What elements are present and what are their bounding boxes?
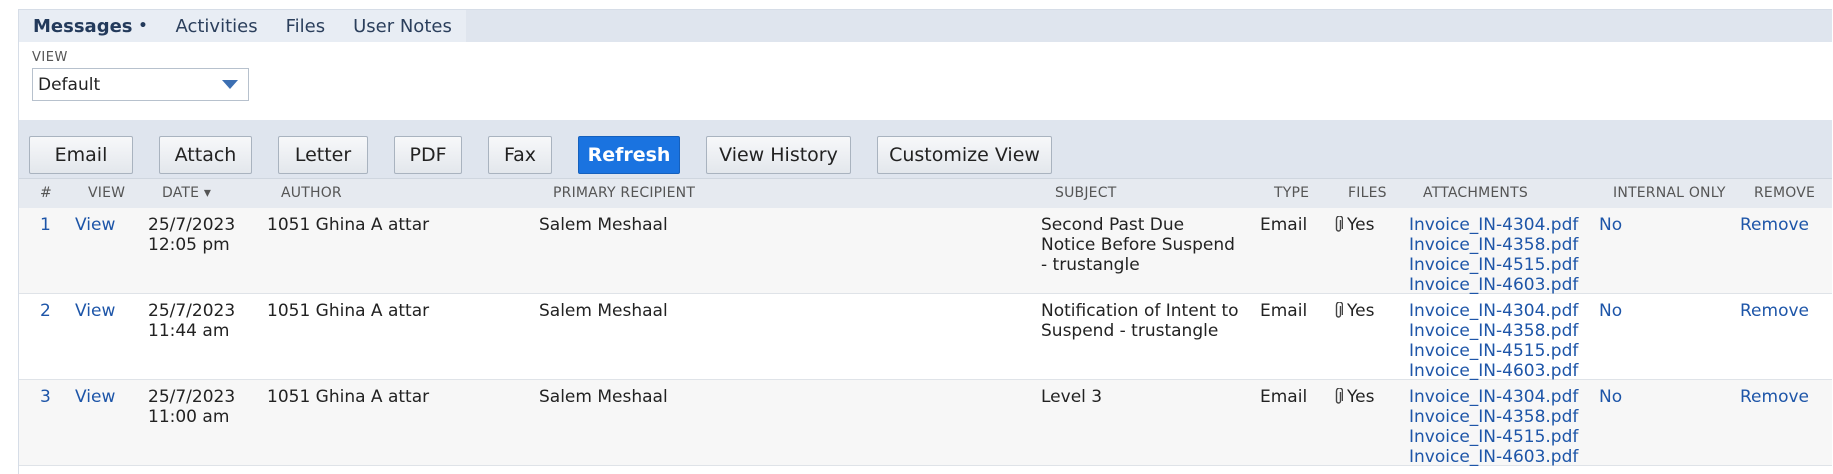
tab-activities-label: Activities — [175, 15, 258, 37]
paperclip-icon — [1335, 216, 1343, 232]
tab-list: Messages • Activities Files User Notes — [19, 10, 466, 42]
attachment-link[interactable]: Invoice_IN-4304.pdf — [1409, 301, 1578, 321]
attachments-cell: Invoice_IN-4304.pdf Invoice_IN-4358.pdf … — [1409, 387, 1578, 467]
tab-files[interactable]: Files — [272, 10, 340, 42]
view-link[interactable]: View — [75, 387, 115, 407]
attachment-link[interactable]: Invoice_IN-4603.pdf — [1409, 361, 1578, 381]
row-number[interactable]: 3 — [40, 387, 51, 407]
view-history-button[interactable]: View History — [706, 136, 851, 174]
attachment-link[interactable]: Invoice_IN-4358.pdf — [1409, 407, 1578, 427]
author-cell: 1051 Ghina A attar — [267, 301, 430, 321]
column-header-primary-recipient[interactable]: PRIMARY RECIPIENT — [553, 185, 695, 201]
tab-bar-filler — [465, 10, 1832, 42]
customize-view-button[interactable]: Customize View — [877, 136, 1052, 174]
tab-files-label: Files — [285, 15, 326, 37]
date-cell: 25/7/2023 12:05 pm — [148, 215, 235, 255]
date-cell: 25/7/2023 11:00 am — [148, 387, 235, 427]
recipient-cell: Salem Meshaal — [539, 301, 668, 321]
chevron-down-icon — [222, 80, 238, 89]
recipient-cell: Salem Meshaal — [539, 215, 668, 235]
attachments-cell: Invoice_IN-4304.pdf Invoice_IN-4358.pdf … — [1409, 215, 1578, 295]
column-header-internal-only: INTERNAL ONLY — [1613, 185, 1726, 201]
internal-only-link[interactable]: No — [1599, 387, 1622, 407]
recipient-cell: Salem Meshaal — [539, 387, 668, 407]
column-header-subject[interactable]: SUBJECT — [1055, 185, 1116, 201]
tab-messages[interactable]: Messages • — [19, 10, 161, 42]
type-cell: Email — [1260, 301, 1308, 321]
remove-link[interactable]: Remove — [1740, 215, 1809, 235]
type-cell: Email — [1260, 215, 1308, 235]
remove-link[interactable]: Remove — [1740, 387, 1809, 407]
fax-button[interactable]: Fax — [488, 136, 552, 174]
attachment-link[interactable]: Invoice_IN-4304.pdf — [1409, 215, 1578, 235]
attachment-link[interactable]: Invoice_IN-4515.pdf — [1409, 427, 1578, 447]
column-header-author[interactable]: AUTHOR — [281, 185, 342, 201]
column-header-type[interactable]: TYPE — [1274, 185, 1309, 201]
view-link[interactable]: View — [75, 215, 115, 235]
files-value: Yes — [1347, 301, 1375, 321]
refresh-button[interactable]: Refresh — [578, 136, 680, 174]
table-row: 3 View 25/7/2023 11:00 am 1051 Ghina A a… — [19, 380, 1832, 467]
date-cell: 25/7/2023 11:44 am — [148, 301, 235, 341]
pdf-button[interactable]: PDF — [394, 136, 462, 174]
files-cell: Yes — [1334, 387, 1374, 407]
attach-button[interactable]: Attach — [159, 136, 252, 174]
view-select[interactable]: Default — [32, 68, 249, 101]
messages-panel: Messages • Activities Files User Notes V… — [18, 9, 1832, 474]
internal-only-link[interactable]: No — [1599, 301, 1622, 321]
column-header-files: FILES — [1348, 185, 1387, 201]
files-value: Yes — [1347, 387, 1375, 407]
table-row: 2 View 25/7/2023 11:44 am 1051 Ghina A a… — [19, 294, 1832, 381]
row-date: 25/7/2023 — [148, 301, 236, 321]
attachment-link[interactable]: Invoice_IN-4603.pdf — [1409, 275, 1578, 295]
column-header-attachments: ATTACHMENTS — [1423, 185, 1528, 201]
row-date: 25/7/2023 — [148, 215, 236, 235]
remove-link[interactable]: Remove — [1740, 301, 1809, 321]
tab-messages-label: Messages — [33, 15, 133, 37]
files-cell: Yes — [1334, 215, 1374, 235]
column-header-view: VIEW — [88, 185, 126, 201]
type-cell: Email — [1260, 387, 1308, 407]
attachments-cell: Invoice_IN-4304.pdf Invoice_IN-4358.pdf … — [1409, 301, 1578, 381]
tab-bar: Messages • Activities Files User Notes — [19, 10, 1832, 42]
row-number[interactable]: 1 — [40, 215, 51, 235]
view-selector-area: VIEW Default — [19, 42, 1832, 120]
subject-cell: Level 3 — [1041, 387, 1103, 407]
paperclip-icon — [1335, 302, 1343, 318]
view-label: VIEW — [32, 50, 68, 65]
table-header: # VIEW DATE ▾ AUTHOR PRIMARY RECIPIENT S… — [19, 178, 1832, 209]
view-link[interactable]: View — [75, 301, 115, 321]
row-number[interactable]: 2 — [40, 301, 51, 321]
subject-cell: Notification of Intent to Suspend - trus… — [1041, 301, 1239, 341]
table-row: 1 View 25/7/2023 12:05 pm 1051 Ghina A a… — [19, 208, 1832, 295]
column-header-number: # — [40, 185, 52, 201]
tab-user-notes-label: User Notes — [353, 15, 452, 37]
letter-button[interactable]: Letter — [278, 136, 368, 174]
author-cell: 1051 Ghina A attar — [267, 387, 430, 407]
column-header-remove: REMOVE — [1754, 185, 1816, 201]
attachment-link[interactable]: Invoice_IN-4358.pdf — [1409, 235, 1578, 255]
attachment-link[interactable]: Invoice_IN-4304.pdf — [1409, 387, 1578, 407]
files-cell: Yes — [1334, 301, 1374, 321]
column-header-date[interactable]: DATE ▾ — [162, 185, 211, 201]
files-value: Yes — [1347, 215, 1375, 235]
attachment-link[interactable]: Invoice_IN-4515.pdf — [1409, 255, 1578, 275]
subject-cell: Second Past Due Notice Before Suspend - … — [1041, 215, 1235, 275]
tab-user-notes[interactable]: User Notes — [339, 10, 466, 42]
view-select-value: Default — [38, 74, 101, 95]
row-time: 11:44 am — [148, 321, 230, 341]
internal-only-link[interactable]: No — [1599, 215, 1622, 235]
attachment-link[interactable]: Invoice_IN-4358.pdf — [1409, 321, 1578, 341]
messages-table-body: 1 View 25/7/2023 12:05 pm 1051 Ghina A a… — [19, 208, 1832, 474]
paperclip-icon — [1335, 388, 1343, 404]
row-time: 12:05 pm — [148, 235, 230, 255]
tab-activities[interactable]: Activities — [161, 10, 271, 42]
row-date: 25/7/2023 — [148, 387, 236, 407]
author-cell: 1051 Ghina A attar — [267, 215, 430, 235]
attachment-link[interactable]: Invoice_IN-4603.pdf — [1409, 447, 1578, 467]
row-time: 11:00 am — [148, 407, 230, 427]
email-button[interactable]: Email — [29, 136, 133, 174]
attachment-link[interactable]: Invoice_IN-4515.pdf — [1409, 341, 1578, 361]
active-tab-indicator: • — [138, 18, 148, 34]
